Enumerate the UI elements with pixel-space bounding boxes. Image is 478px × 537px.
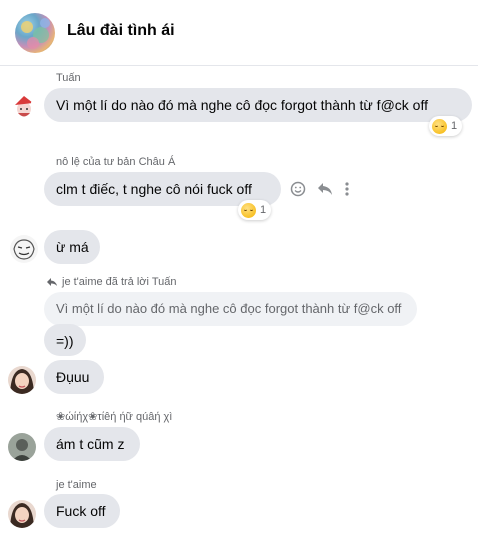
avatar[interactable] [10, 93, 38, 121]
sender-name: ❀ώίήχ❀τίêή ήữ qúâή χì [56, 411, 173, 423]
reaction-count: 1 [451, 120, 458, 132]
avatar[interactable] [8, 500, 36, 528]
reply-indicator: je t'aime đã trả lời Tuấn [46, 276, 176, 288]
avatar[interactable] [8, 433, 36, 461]
message-bubble[interactable]: ừ má [44, 230, 100, 264]
react-icon[interactable] [290, 181, 306, 202]
message-bubble[interactable]: =)) [44, 324, 86, 356]
message-bubble[interactable]: ám t cũm z [44, 427, 140, 461]
sender-name: nô lệ của tư bản Châu Á [56, 156, 176, 168]
smiling-emoji-icon [432, 118, 447, 134]
avatar[interactable] [10, 235, 38, 263]
message-bubble[interactable]: Vì một lí do nào đó mà nghe cô đọc forgo… [44, 88, 472, 122]
group-avatar[interactable] [15, 13, 55, 53]
reaction-badge[interactable]: 1 [429, 116, 463, 136]
reply-arrow-icon [47, 278, 57, 286]
reaction-count: 1 [260, 204, 267, 216]
avatar[interactable] [8, 366, 36, 394]
sender-name: Tuấn [56, 72, 81, 84]
smiling-emoji-icon [241, 202, 256, 218]
reply-icon[interactable] [316, 181, 334, 202]
conversation-header: Lâu đài tình ái [0, 0, 478, 66]
reply-note-text: je t'aime đã trả lời Tuấn [62, 276, 177, 288]
message-bubble[interactable]: Đụuu [44, 360, 104, 394]
message-bubble[interactable]: Fuck off [44, 494, 120, 528]
quoted-message[interactable]: Vì một lí do nào đó mà nghe cô đọc forgo… [44, 292, 417, 326]
sender-name: je t'aime [56, 479, 97, 491]
reaction-badge[interactable]: 1 [238, 200, 272, 220]
message-actions [290, 181, 350, 202]
more-options-icon[interactable] [344, 181, 350, 202]
conversation-title[interactable]: Lâu đài tình ái [67, 22, 175, 40]
